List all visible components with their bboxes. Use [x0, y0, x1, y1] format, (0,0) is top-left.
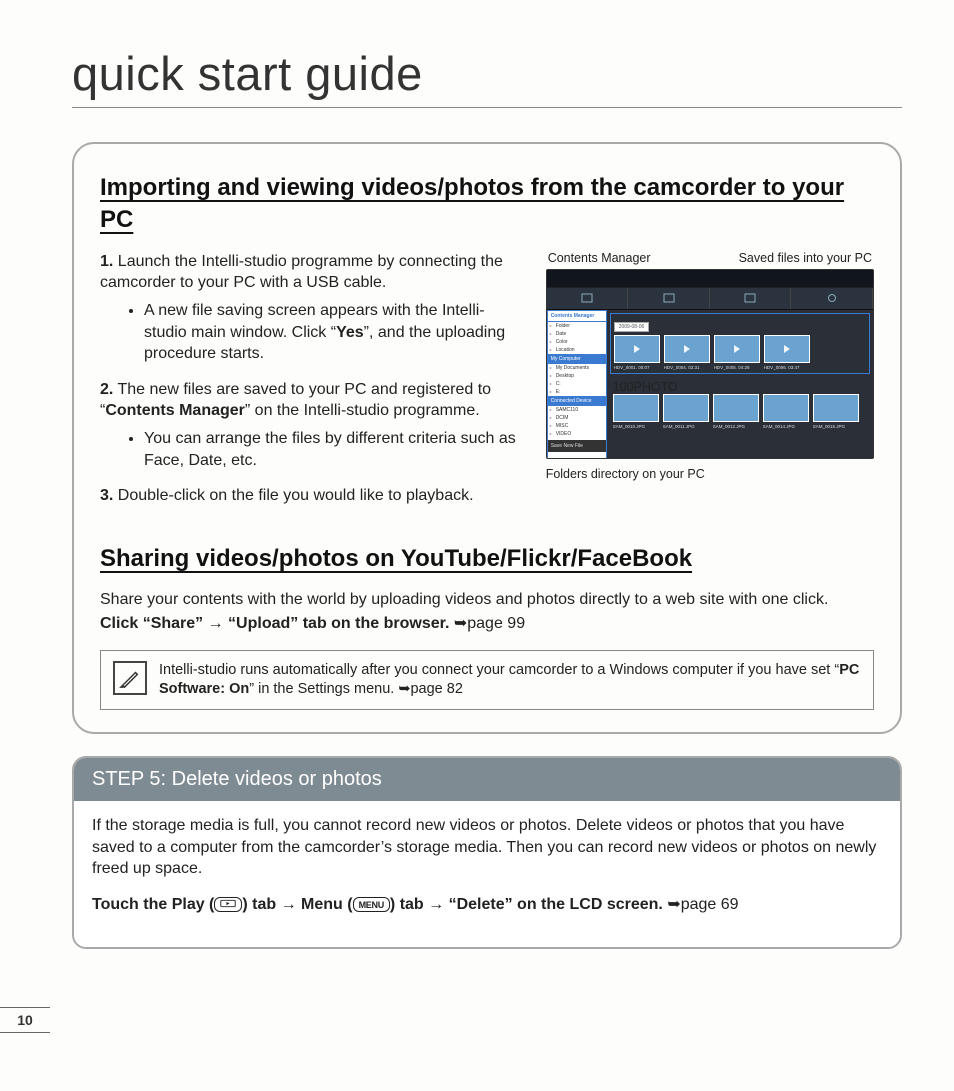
step5-heading: STEP 5: Delete videos or photos [74, 758, 900, 801]
ss-thumb: SAM_0011.JPG [663, 394, 709, 429]
figure-label-left: Contents Manager [548, 251, 651, 265]
ss-thumb: SAM_0015.JPG [813, 394, 859, 429]
step-sub: You can arrange the files by different c… [144, 428, 526, 471]
note-text: Intelli-studio runs automatically after … [159, 661, 861, 699]
ss-thumb: HDV_0001. 00:07 [614, 335, 660, 370]
ss-tab [628, 288, 710, 309]
step-item: 2. The new files are saved to your PC an… [100, 379, 526, 471]
section1-heading: Importing and viewing videos/photos from… [100, 172, 874, 237]
page: quick start guide Importing and viewing … [0, 0, 954, 1091]
step-text: The new files are saved to your PC and r… [100, 381, 491, 420]
ss-tabs [547, 288, 873, 310]
page-number: 10 [0, 1007, 50, 1033]
steps-list: 1. Launch the Intelli-studio programme b… [100, 251, 526, 507]
figure-label-right: Saved files into your PC [739, 251, 872, 265]
step-text: Double-click on the file you would like … [118, 487, 474, 504]
step5-body: If the storage media is full, you cannot… [74, 801, 900, 947]
ss-thumb: SAM_0010.JPG [613, 394, 659, 429]
ss-tab [710, 288, 792, 309]
ss-content: 2009-08-06 HDV_0001. 00:07 HDV_0004. 02:… [607, 310, 873, 459]
step5-p1: If the storage media is full, you cannot… [92, 815, 882, 880]
ss-thumb: SAM_0014.JPG [763, 394, 809, 429]
step-number: 2. [100, 381, 113, 398]
ss-sidebar: Contents Manager Folder Date Color Locat… [547, 310, 607, 459]
step5-box: STEP 5: Delete videos or photos If the s… [72, 756, 902, 949]
ss-thumb: SAM_0012.JPG [713, 394, 759, 429]
note-box: Intelli-studio runs automatically after … [100, 650, 874, 710]
share-instruction: Click “Share” → “Upload” tab on the brow… [100, 613, 874, 635]
ss-saved-row: 2009-08-06 HDV_0001. 00:07 HDV_0004. 02:… [610, 313, 870, 374]
ss-thumb: HDV_0005. 04:28 [714, 335, 760, 370]
page-title: quick start guide [72, 46, 902, 108]
menu-tab-icon: MENU [353, 897, 390, 912]
ss-titlebar [547, 270, 873, 288]
section2: Sharing videos/photos on YouTube/Flickr/… [100, 543, 874, 710]
share-intro: Share your contents with the world by up… [100, 589, 874, 611]
play-tab-icon [214, 897, 242, 912]
figure-caption-bottom: Folders directory on your PC [546, 467, 874, 481]
step-sub: A new file saving screen appears with th… [144, 300, 526, 365]
step-number: 3. [100, 487, 113, 504]
figure-top-labels: Contents Manager Saved files into your P… [546, 251, 874, 265]
ss-thumb: HDV_0004. 02:31 [664, 335, 710, 370]
app-screenshot: Contents Manager Folder Date Color Locat… [546, 269, 874, 459]
step5-instruction: Touch the Play () tab → Menu (MENU) tab … [92, 894, 882, 916]
section2-heading: Sharing videos/photos on YouTube/Flickr/… [100, 543, 874, 575]
section1-columns: 1. Launch the Intelli-studio programme b… [100, 251, 874, 521]
main-box: Importing and viewing videos/photos from… [72, 142, 902, 734]
ss-tab [547, 288, 629, 309]
figure-column: Contents Manager Saved files into your P… [546, 251, 874, 521]
steps-column: 1. Launch the Intelli-studio programme b… [100, 251, 526, 521]
step-number: 1. [100, 253, 113, 270]
step-item: 1. Launch the Intelli-studio programme b… [100, 251, 526, 365]
step-text: Launch the Intelli-studio programme by c… [100, 253, 503, 292]
ss-tab [791, 288, 873, 309]
step-item: 3. Double-click on the file you would li… [100, 485, 526, 507]
ss-thumb: HDV_0006. 03:47 [764, 335, 810, 370]
note-icon [113, 661, 147, 695]
ss-device-row: 100PHOTO SAM_0010.JPG SAM_0011.JPG SAM_0… [610, 377, 870, 432]
